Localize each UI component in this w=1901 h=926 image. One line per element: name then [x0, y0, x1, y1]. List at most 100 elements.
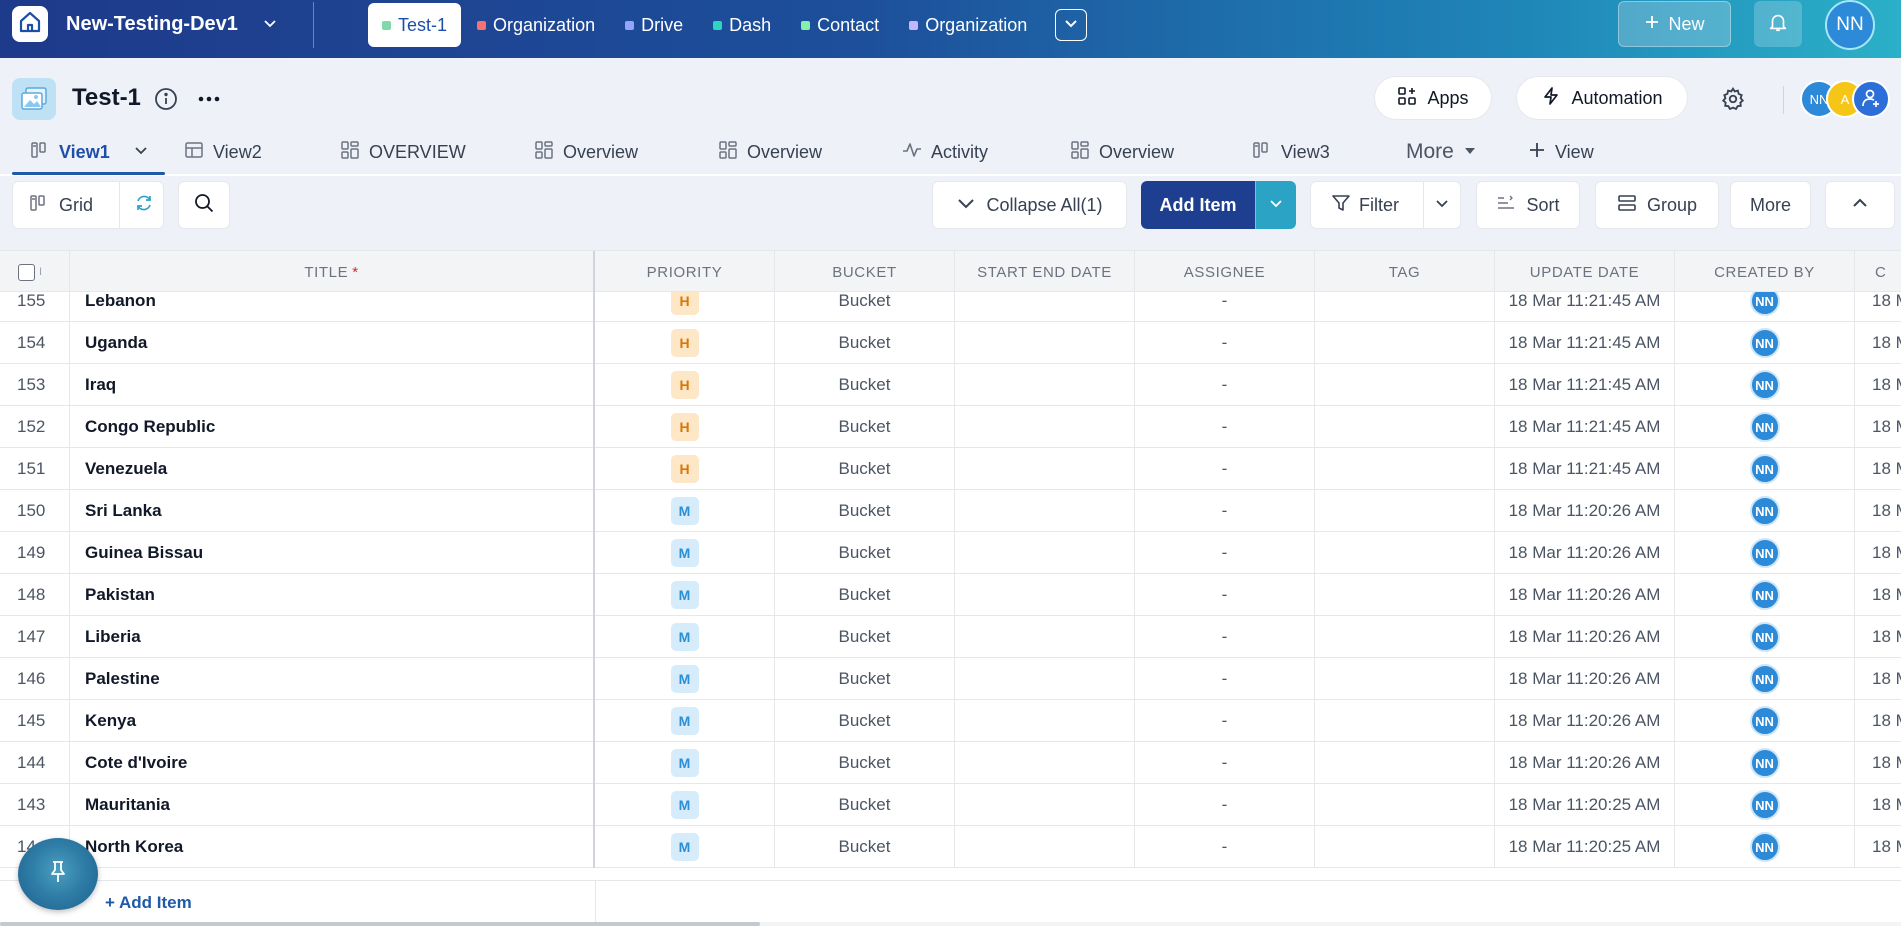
tag-cell[interactable] — [1315, 784, 1495, 826]
start-end-date-cell[interactable] — [955, 784, 1135, 826]
table-row[interactable]: 147 Liberia M Bucket - 18 Mar 11:20:26 AM NN 18… — [0, 616, 1901, 658]
add-item-link[interactable]: + Add Item — [105, 893, 192, 913]
table-row[interactable]: 148 Pakistan M Bucket - 18 Mar 11:20:26 AM NN 1… — [0, 574, 1901, 616]
start-end-date-cell[interactable] — [955, 616, 1135, 658]
priority-cell[interactable]: H — [595, 364, 775, 406]
priority-cell[interactable]: H — [595, 322, 775, 364]
automation-button[interactable]: Automation — [1516, 76, 1688, 120]
table-row[interactable]: 146 Palestine M Bucket - 18 Mar 11:20:26 AM NN… — [0, 658, 1901, 700]
add-item-button[interactable]: Add Item — [1141, 181, 1255, 229]
bucket-cell[interactable]: Bucket — [775, 700, 955, 742]
assignee-cell[interactable]: - — [1135, 490, 1315, 532]
bucket-cell[interactable]: Bucket — [775, 742, 955, 784]
column-header-tag[interactable]: TAG — [1315, 251, 1495, 293]
start-end-date-cell[interactable] — [955, 322, 1135, 364]
bucket-cell[interactable]: Bucket — [775, 826, 955, 868]
row-title[interactable]: Uganda — [70, 322, 595, 364]
row-title[interactable]: Iraq — [70, 364, 595, 406]
tag-cell[interactable] — [1315, 490, 1495, 532]
app-tab-organization-2[interactable]: Organization — [895, 3, 1041, 47]
tag-cell[interactable] — [1315, 322, 1495, 364]
bucket-cell[interactable]: Bucket — [775, 322, 955, 364]
bucket-cell[interactable]: Bucket — [775, 532, 955, 574]
app-tab-drive[interactable]: Drive — [611, 3, 697, 47]
row-title[interactable]: Congo Republic — [70, 406, 595, 448]
start-end-date-cell[interactable] — [955, 490, 1135, 532]
column-header-created-by[interactable]: CREATED BY — [1675, 251, 1855, 293]
tab-overview-1[interactable]: OVERVIEW — [340, 130, 466, 174]
tab-overview-4[interactable]: Overview — [1070, 130, 1174, 174]
priority-cell[interactable]: M — [595, 532, 775, 574]
tag-cell[interactable] — [1315, 700, 1495, 742]
row-title[interactable]: Guinea Bissau — [70, 532, 595, 574]
tab-activity[interactable]: Activity — [902, 130, 988, 174]
tab-overview-2[interactable]: Overview — [534, 130, 638, 174]
grid-button[interactable]: Grid — [13, 182, 109, 228]
table-row[interactable]: 150 Sri Lanka M Bucket - 18 Mar 11:20:26 AM NN… — [0, 490, 1901, 532]
assignee-cell[interactable]: - — [1135, 574, 1315, 616]
bucket-cell[interactable]: Bucket — [775, 448, 955, 490]
tag-cell[interactable] — [1315, 742, 1495, 784]
row-title[interactable]: Liberia — [70, 616, 595, 658]
start-end-date-cell[interactable] — [955, 742, 1135, 784]
row-title[interactable]: Palestine — [70, 658, 595, 700]
row-title[interactable]: Pakistan — [70, 574, 595, 616]
tab-overview-3[interactable]: Overview — [718, 130, 822, 174]
app-tab-test-1[interactable]: Test-1 — [368, 3, 462, 47]
bucket-cell[interactable]: Bucket — [775, 406, 955, 448]
pin-button[interactable] — [18, 838, 98, 910]
user-avatar[interactable]: NN — [1825, 0, 1875, 50]
filter-dropdown[interactable] — [1422, 182, 1460, 228]
gear-icon[interactable] — [1720, 86, 1746, 112]
priority-cell[interactable]: M — [595, 490, 775, 532]
start-end-date-cell[interactable] — [955, 658, 1135, 700]
column-header-title[interactable]: TITLE * — [70, 251, 595, 293]
start-end-date-cell[interactable] — [955, 448, 1135, 490]
new-button[interactable]: New — [1618, 1, 1731, 47]
tab-view1[interactable]: View1 — [30, 130, 149, 174]
group-button[interactable]: Group — [1595, 181, 1719, 229]
table-row[interactable]: 144 Cote d'Ivoire M Bucket - 18 Mar 11:20:26 … — [0, 742, 1901, 784]
tag-cell[interactable] — [1315, 364, 1495, 406]
tag-cell[interactable] — [1315, 616, 1495, 658]
row-title[interactable]: Cote d'Ivoire — [70, 742, 595, 784]
assignee-cell[interactable]: - — [1135, 448, 1315, 490]
apps-button[interactable]: Apps — [1374, 76, 1492, 120]
table-row[interactable]: 154 Uganda H Bucket - 18 Mar 11:21:45 AM NN 18 … — [0, 322, 1901, 364]
assignee-cell[interactable]: - — [1135, 742, 1315, 784]
collapse-all-button[interactable]: Collapse All(1) — [932, 181, 1127, 229]
assignee-cell[interactable]: - — [1135, 784, 1315, 826]
bucket-cell[interactable]: Bucket — [775, 364, 955, 406]
row-title[interactable]: Mauritania — [70, 784, 595, 826]
collapse-toolbar-button[interactable] — [1825, 181, 1895, 229]
bucket-cell[interactable]: Bucket — [775, 616, 955, 658]
priority-cell[interactable]: M — [595, 784, 775, 826]
column-header-assignee[interactable]: ASSIGNEE — [1135, 251, 1315, 293]
priority-cell[interactable]: H — [595, 406, 775, 448]
start-end-date-cell[interactable] — [955, 826, 1135, 868]
tab-view2[interactable]: View2 — [184, 130, 262, 174]
priority-cell[interactable]: M — [595, 742, 775, 784]
table-row[interactable]: 153Iraq H Bucket - 18 Mar 11:21:45 AM NN 18 M — [0, 364, 1901, 406]
table-row[interactable]: 14 North Korea M Bucket -18 Mar 11:20:25 AM N… — [0, 826, 1901, 868]
bucket-cell[interactable]: Bucket — [775, 658, 955, 700]
chevron-down-icon[interactable] — [133, 142, 149, 163]
column-header-start-end-date[interactable]: START END DATE — [955, 251, 1135, 293]
start-end-date-cell[interactable] — [955, 406, 1135, 448]
add-item-dropdown[interactable] — [1255, 181, 1296, 229]
column-header-update-date[interactable]: UPDATE DATE — [1495, 251, 1675, 293]
start-end-date-cell[interactable] — [955, 364, 1135, 406]
table-row[interactable]: 145Kenya M Bucket - 18 Mar 11:20:26 AM NN 18 M — [0, 700, 1901, 742]
table-row[interactable]: 149 Guinea Bissau M Bucket - 18 Mar 11:20:26 … — [0, 532, 1901, 574]
assignee-cell[interactable]: - — [1135, 616, 1315, 658]
assignee-cell[interactable]: - — [1135, 322, 1315, 364]
tag-cell[interactable] — [1315, 532, 1495, 574]
add-view-button[interactable]: View — [1528, 130, 1594, 174]
more-button[interactable]: More — [1730, 181, 1811, 229]
workspace-name[interactable]: New-Testing-Dev1 — [66, 13, 238, 36]
row-title[interactable]: Sri Lanka — [70, 490, 595, 532]
select-all-checkbox[interactable] — [18, 263, 35, 281]
assignee-cell[interactable]: - — [1135, 532, 1315, 574]
tab-view3[interactable]: View3 — [1252, 130, 1330, 174]
filter-button[interactable]: Filter — [1311, 182, 1413, 228]
